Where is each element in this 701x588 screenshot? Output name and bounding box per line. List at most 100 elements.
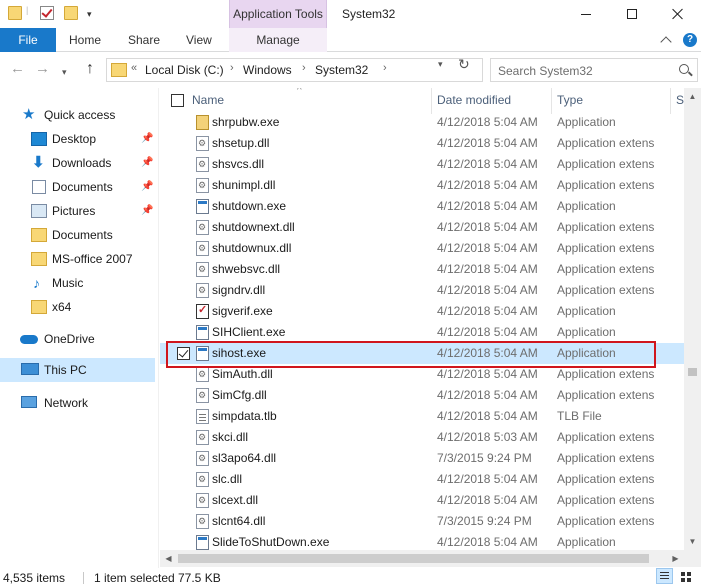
file-row[interactable]: sl3apo64.dll 7/3/2015 9:24 PM Application … bbox=[160, 448, 684, 469]
breadcrumb-separator[interactable]: › bbox=[230, 62, 234, 74]
forward-arrow-icon[interactable]: → bbox=[35, 61, 50, 77]
nav-item-downloads[interactable]: ⬇ Downloads 📌 bbox=[0, 151, 155, 175]
maximize-button[interactable] bbox=[609, 0, 655, 28]
file-row[interactable]: shutdownux.dll 4/12/2018 5:04 AM Applicati… bbox=[160, 238, 684, 259]
minimize-button[interactable] bbox=[563, 0, 609, 28]
column-header-date[interactable]: Date modified bbox=[437, 93, 511, 107]
pictures-icon bbox=[31, 204, 47, 218]
pin-icon[interactable]: 📌 bbox=[141, 199, 153, 223]
file-row[interactable]: shsvcs.dll 4/12/2018 5:04 AM Application e… bbox=[160, 154, 684, 175]
file-row[interactable]: slcext.dll 4/12/2018 5:04 AM Application e… bbox=[160, 490, 684, 511]
file-row[interactable]: signdrv.dll 4/12/2018 5:04 AM Application … bbox=[160, 280, 684, 301]
nav-item-music[interactable]: ♪ Music bbox=[0, 271, 155, 295]
scroll-down-icon[interactable]: ▼ bbox=[684, 533, 701, 550]
scroll-right-icon[interactable]: ▶ bbox=[667, 550, 684, 567]
file-row[interactable]: simpdata.tlb 4/12/2018 5:04 AM TLB File bbox=[160, 406, 684, 427]
tlb-file-icon bbox=[196, 409, 209, 424]
file-type: TLB File bbox=[557, 409, 602, 423]
address-history-icon[interactable]: ▾ bbox=[438, 59, 443, 70]
vertical-scrollbar[interactable]: ▲ ▼ bbox=[684, 88, 701, 550]
up-arrow-icon[interactable]: ↑ bbox=[86, 60, 94, 78]
file-type: Application extens bbox=[557, 157, 655, 171]
file-name: sl3apo64.dll bbox=[212, 451, 277, 465]
file-row[interactable]: shrpubw.exe 4/12/2018 5:04 AM Application bbox=[160, 112, 684, 133]
file-row[interactable]: shunimpl.dll 4/12/2018 5:04 AM Application… bbox=[160, 175, 684, 196]
file-name: SIHClient.exe bbox=[212, 325, 286, 339]
close-button[interactable] bbox=[655, 0, 701, 28]
back-arrow-icon[interactable]: ← bbox=[10, 61, 25, 77]
breadcrumb-separator[interactable]: › bbox=[302, 62, 306, 74]
customize-toolbar-icon[interactable]: ▾ bbox=[87, 9, 92, 20]
file-row-selected[interactable]: sihost.exe 4/12/2018 5:04 AM Application bbox=[160, 343, 684, 364]
pin-icon[interactable]: 📌 bbox=[141, 151, 153, 175]
column-header-type[interactable]: Type bbox=[557, 93, 583, 107]
search-input[interactable]: Search System32 bbox=[498, 64, 593, 78]
help-icon[interactable]: ? bbox=[683, 33, 697, 47]
file-date: 7/3/2015 9:24 PM bbox=[437, 451, 532, 465]
column-divider[interactable] bbox=[551, 88, 552, 114]
nav-item-desktop[interactable]: Desktop 📌 bbox=[0, 127, 155, 151]
expand-ribbon-icon[interactable] bbox=[660, 36, 672, 48]
breadcrumb-separator[interactable]: › bbox=[383, 62, 387, 74]
address-bar[interactable]: « Local Disk (C:) › Windows › System32 › bbox=[106, 58, 483, 82]
nav-item-pictures[interactable]: Pictures 📌 bbox=[0, 199, 155, 223]
file-row[interactable]: slcnt64.dll 7/3/2015 9:24 PM Application e… bbox=[160, 511, 684, 532]
application-tools-label: Application Tools bbox=[229, 0, 327, 28]
breadcrumb-local-disk[interactable]: Local Disk (C:) bbox=[145, 63, 224, 77]
file-name: SimAuth.dll bbox=[212, 367, 273, 381]
pane-divider[interactable] bbox=[158, 88, 159, 568]
column-divider[interactable] bbox=[431, 88, 432, 114]
nav-item-ms-office-2007[interactable]: MS-office 2007 bbox=[0, 247, 155, 271]
tab-view[interactable]: View bbox=[186, 28, 212, 52]
file-row[interactable]: SIHClient.exe 4/12/2018 5:04 AM Applicatio… bbox=[160, 322, 684, 343]
large-icons-view-button[interactable] bbox=[677, 568, 694, 584]
nav-item-documents-folder[interactable]: Documents bbox=[0, 223, 155, 247]
tab-file[interactable]: File bbox=[0, 28, 56, 52]
file-row[interactable]: skci.dll 4/12/2018 5:03 AM Application ext… bbox=[160, 427, 684, 448]
breadcrumb-system32[interactable]: System32 bbox=[315, 63, 368, 77]
file-row[interactable]: slc.dll 4/12/2018 5:04 AM Application exte… bbox=[160, 469, 684, 490]
pin-icon[interactable]: 📌 bbox=[141, 175, 153, 199]
row-checkbox[interactable] bbox=[177, 347, 190, 360]
file-row[interactable]: shwebsvc.dll 4/12/2018 5:04 AM Application… bbox=[160, 259, 684, 280]
tab-manage[interactable]: Manage bbox=[229, 28, 327, 52]
file-date: 4/12/2018 5:04 AM bbox=[437, 136, 538, 150]
column-divider[interactable] bbox=[670, 88, 671, 114]
documents-icon bbox=[32, 180, 46, 194]
search-box[interactable]: Search System32 bbox=[490, 58, 698, 82]
nav-item-documents[interactable]: Documents 📌 bbox=[0, 175, 155, 199]
folder-icon[interactable] bbox=[8, 6, 22, 20]
details-view-button[interactable] bbox=[656, 568, 673, 584]
refresh-icon[interactable]: ↻ bbox=[458, 56, 470, 73]
recent-locations-icon[interactable]: ▾ bbox=[62, 64, 67, 80]
file-row[interactable]: SlideToShutDown.exe 4/12/2018 5:04 AM Appl… bbox=[160, 532, 684, 550]
signature-icon bbox=[196, 300, 209, 321]
nav-item-x64[interactable]: x64 bbox=[0, 295, 155, 319]
scroll-thumb[interactable] bbox=[688, 368, 697, 376]
breadcrumb-windows[interactable]: Windows bbox=[243, 63, 292, 77]
file-row[interactable]: SimCfg.dll 4/12/2018 5:04 AM Application e… bbox=[160, 385, 684, 406]
tab-home[interactable]: Home bbox=[69, 28, 101, 52]
horizontal-scrollbar[interactable]: ◀ ▶ bbox=[160, 550, 684, 567]
overflow-icon[interactable]: « bbox=[131, 62, 137, 74]
scroll-left-icon[interactable]: ◀ bbox=[160, 550, 177, 567]
file-row[interactable]: SimAuth.dll 4/12/2018 5:04 AM Application … bbox=[160, 364, 684, 385]
file-row[interactable]: shutdownext.dll 4/12/2018 5:04 AM Applicat… bbox=[160, 217, 684, 238]
tab-share[interactable]: Share bbox=[128, 28, 160, 52]
nav-item-onedrive[interactable]: OneDrive bbox=[0, 327, 155, 351]
nav-item-network[interactable]: Network bbox=[0, 391, 155, 415]
column-header-name[interactable]: Name bbox=[192, 93, 224, 107]
pin-icon[interactable]: 📌 bbox=[141, 127, 153, 151]
nav-item-this-pc[interactable]: This PC bbox=[0, 358, 155, 382]
scroll-thumb[interactable] bbox=[178, 554, 649, 563]
new-folder-icon[interactable] bbox=[64, 6, 78, 20]
nav-item-quick-access[interactable]: ★ Quick access bbox=[0, 103, 155, 127]
file-row[interactable]: shutdown.exe 4/12/2018 5:04 AM Application bbox=[160, 196, 684, 217]
select-all-checkbox[interactable] bbox=[171, 94, 184, 107]
file-row[interactable]: sigverif.exe 4/12/2018 5:04 AM Application bbox=[160, 300, 684, 322]
file-name: sihost.exe bbox=[212, 346, 267, 360]
scroll-up-icon[interactable]: ▲ bbox=[684, 88, 701, 105]
file-row[interactable]: shsetup.dll 4/12/2018 5:04 AM Application … bbox=[160, 133, 684, 154]
properties-icon[interactable] bbox=[40, 6, 54, 20]
column-header-size[interactable]: Si bbox=[676, 93, 684, 107]
